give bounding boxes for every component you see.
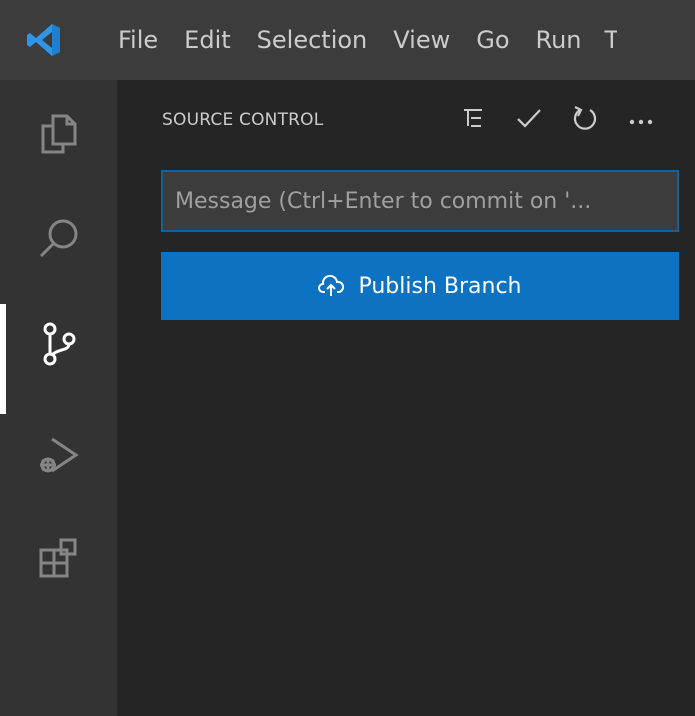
run-debug-icon bbox=[36, 433, 82, 483]
publish-branch-button[interactable]: Publish Branch bbox=[161, 252, 679, 320]
menu-run[interactable]: Run bbox=[523, 0, 595, 80]
cloud-upload-icon bbox=[318, 275, 345, 297]
files-icon bbox=[39, 112, 79, 160]
vscode-logo-icon bbox=[0, 0, 104, 80]
activity-source-control[interactable] bbox=[0, 298, 117, 414]
commit-message-input[interactable] bbox=[161, 170, 679, 232]
activity-search[interactable] bbox=[0, 192, 117, 288]
commit-check-icon bbox=[516, 106, 542, 134]
more-actions-icon bbox=[628, 111, 654, 130]
activity-run-debug[interactable] bbox=[0, 410, 117, 506]
view-as-tree-button[interactable] bbox=[455, 102, 491, 138]
menu-view[interactable]: View bbox=[380, 0, 463, 80]
activity-bar bbox=[0, 80, 117, 716]
menu-file[interactable]: File bbox=[104, 0, 171, 80]
menu-selection[interactable]: Selection bbox=[244, 0, 381, 80]
vscode-window: File Edit Selection View Go Run T SOURCE… bbox=[0, 0, 695, 716]
source-control-icon bbox=[39, 321, 79, 371]
more-actions-button[interactable] bbox=[623, 102, 659, 138]
activity-extensions[interactable] bbox=[0, 512, 117, 608]
menu-edit[interactable]: Edit bbox=[171, 0, 243, 80]
refresh-icon bbox=[572, 104, 598, 136]
refresh-button[interactable] bbox=[567, 102, 603, 138]
menu-terminal[interactable]: T bbox=[595, 0, 617, 80]
search-icon bbox=[37, 216, 81, 264]
view-as-tree-icon bbox=[461, 106, 485, 134]
source-control-panel: SOURCE CONTROL Message (Ctrl+Enter to co… bbox=[117, 80, 695, 716]
commit-button[interactable] bbox=[511, 102, 547, 138]
activity-explorer[interactable] bbox=[0, 88, 117, 184]
menu-bar: File Edit Selection View Go Run T bbox=[104, 0, 617, 80]
sidebar-header: SOURCE CONTROL bbox=[117, 80, 695, 160]
panel-actions bbox=[455, 80, 659, 160]
menu-go[interactable]: Go bbox=[463, 0, 522, 80]
title-bar: File Edit Selection View Go Run T bbox=[0, 0, 695, 80]
panel-title: SOURCE CONTROL bbox=[162, 110, 324, 130]
publish-branch-label: Publish Branch bbox=[358, 273, 522, 299]
extensions-icon bbox=[37, 536, 81, 584]
